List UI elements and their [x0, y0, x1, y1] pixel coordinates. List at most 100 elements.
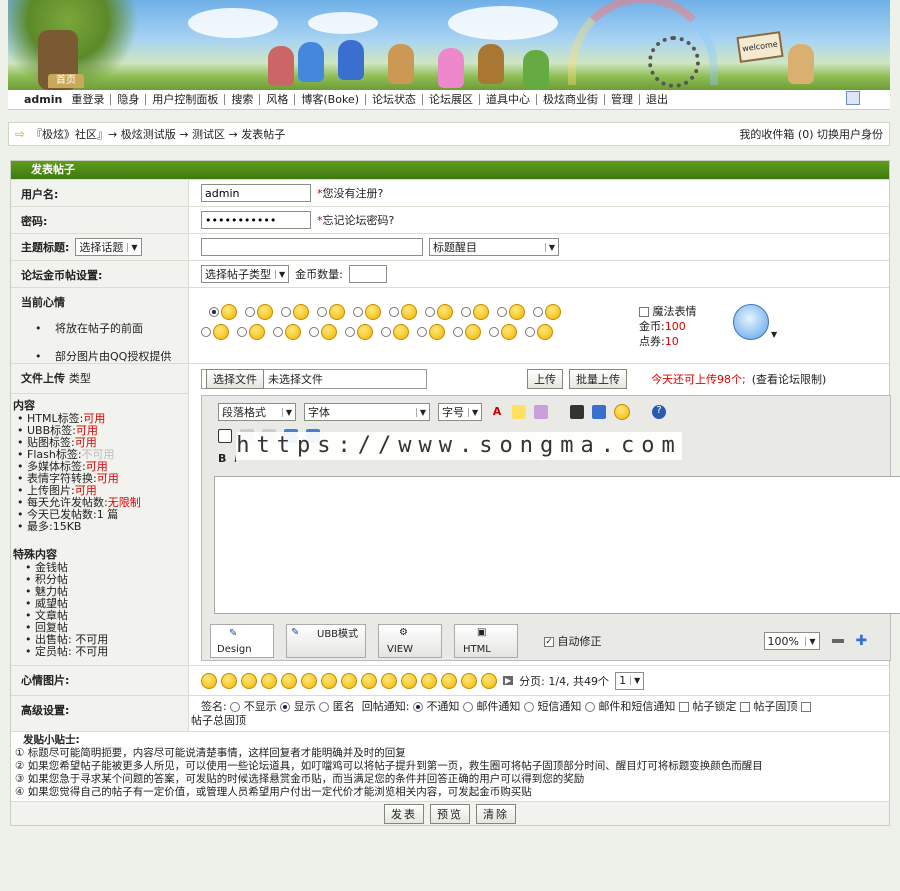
breadcrumb-path[interactable]: 『极炫》社区』→ 极炫测试版 → 测试区 → 发表帖子	[31, 126, 285, 142]
mood-option[interactable]	[489, 324, 517, 340]
mood-option[interactable]	[425, 304, 453, 320]
mood-option[interactable]	[309, 324, 337, 340]
mood-option[interactable]	[273, 324, 301, 340]
subject-input[interactable]	[201, 238, 423, 256]
emotion-face-icon[interactable]	[301, 672, 317, 689]
post-type-select[interactable]: 选择帖子类型 ▼	[201, 265, 290, 283]
mood-option[interactable]	[453, 324, 481, 340]
register-link[interactable]: 您没有注册?	[323, 187, 384, 200]
nav-control-panel[interactable]: 用户控制面板	[146, 94, 226, 105]
emotion-face-icon[interactable]	[481, 672, 497, 689]
mood-radio[interactable]	[345, 327, 355, 337]
nav-username[interactable]: admin	[18, 94, 65, 105]
emotion-face-icon[interactable]	[401, 672, 417, 689]
view-mode-button[interactable]: ⚙ VIEW	[378, 624, 442, 658]
nav-shop[interactable]: 极炫商业街	[537, 94, 605, 105]
smiley-icon[interactable]	[614, 404, 630, 420]
mood-option[interactable]	[389, 304, 417, 320]
emotion-face-icon[interactable]	[241, 672, 257, 689]
no-notify-radio[interactable]	[412, 702, 423, 712]
nav-forum-status[interactable]: 论坛状态	[366, 94, 423, 105]
preview-button[interactable]: 预览	[430, 803, 470, 824]
emotion-page-select[interactable]: 1 ▼	[615, 671, 645, 690]
choose-file-button[interactable]: 选择文件	[206, 368, 264, 389]
top-post-checkbox[interactable]	[739, 702, 750, 712]
mood-radio[interactable]	[525, 327, 535, 337]
binoculars-icon[interactable]	[570, 405, 584, 419]
emotion-face-icon[interactable]	[421, 672, 437, 689]
emotion-face-icon[interactable]	[221, 672, 237, 689]
mood-option[interactable]	[245, 304, 273, 320]
mood-radio[interactable]	[497, 307, 507, 317]
nav-admin[interactable]: 管理	[605, 94, 640, 105]
password-input[interactable]	[201, 211, 311, 229]
chevron-down-icon[interactable]: ▼	[771, 330, 777, 339]
mood-radio[interactable]	[381, 327, 391, 337]
table-icon[interactable]	[218, 429, 232, 443]
emotion-face-icon[interactable]	[341, 672, 357, 689]
emotion-face-icon[interactable]	[381, 672, 397, 689]
sms-notify-radio[interactable]	[523, 702, 534, 712]
bold-icon[interactable]: B	[218, 452, 226, 465]
nav-blog[interactable]: 博客(Boke)	[295, 94, 366, 105]
all-top-checkbox[interactable]	[800, 702, 811, 712]
mood-option[interactable]	[209, 304, 237, 320]
mood-option[interactable]	[281, 304, 309, 320]
home-tab[interactable]: 首页	[48, 74, 84, 88]
batch-upload-button[interactable]: 批量上传	[569, 368, 627, 389]
font-color-icon[interactable]: A	[490, 405, 504, 419]
ubb-mode-button[interactable]: ✎ UBB模式	[286, 624, 366, 658]
emotion-face-icon[interactable]	[281, 672, 297, 689]
mood-radio[interactable]	[425, 307, 435, 317]
mood-option[interactable]	[417, 324, 445, 340]
emotion-face-icon[interactable]	[261, 672, 277, 689]
design-mode-button[interactable]: ✎ Design	[210, 624, 274, 658]
mood-radio[interactable]	[461, 307, 471, 317]
magic-face-preview-icon[interactable]	[733, 304, 769, 340]
mood-radio[interactable]	[533, 307, 543, 317]
emotion-face-icon[interactable]	[201, 672, 217, 689]
forgot-password-link[interactable]: 忘记论坛密码?	[323, 214, 395, 227]
clear-button[interactable]: 清除	[476, 803, 516, 824]
anonymous-radio[interactable]	[319, 702, 330, 712]
nav-forum-gallery[interactable]: 论坛展区	[423, 94, 480, 105]
html-mode-button[interactable]: ▣ HTML	[454, 624, 518, 658]
mail-notify-radio[interactable]	[462, 702, 473, 712]
lock-post-checkbox[interactable]	[678, 702, 689, 712]
mood-option[interactable]	[345, 324, 373, 340]
mood-radio[interactable]	[245, 307, 255, 317]
zoom-in-icon[interactable]: ✚	[856, 633, 868, 649]
autofix-checkbox[interactable]	[544, 637, 554, 647]
paragraph-format-select[interactable]: 段落格式 ▼	[218, 403, 296, 421]
cube-icon[interactable]	[534, 405, 548, 419]
emotion-face-icon[interactable]	[461, 672, 477, 689]
special-content-item[interactable]: 定员帖: 不可用	[17, 646, 186, 658]
mood-option[interactable]	[381, 324, 409, 340]
book-icon[interactable]	[846, 91, 860, 105]
mood-radio[interactable]	[489, 327, 499, 337]
mood-radio[interactable]	[317, 307, 327, 317]
nav-relogin[interactable]: 重登录	[65, 94, 112, 105]
emotion-face-icon[interactable]	[361, 672, 377, 689]
nav-invisible[interactable]: 隐身	[111, 94, 147, 105]
sign-show-radio[interactable]	[280, 702, 291, 712]
mood-option[interactable]	[237, 324, 265, 340]
inbox-link[interactable]: 我的收件箱 (0) 切换用户身份	[739, 126, 883, 142]
emotion-face-icon[interactable]	[321, 672, 337, 689]
mood-radio[interactable]	[389, 307, 399, 317]
mood-option[interactable]	[201, 324, 229, 340]
media-icon[interactable]	[592, 405, 606, 419]
upload-limits-link[interactable]: (查看论坛限制)	[752, 371, 827, 387]
zoom-out-icon[interactable]	[831, 639, 844, 643]
mood-radio[interactable]	[417, 327, 427, 337]
nav-style[interactable]: 风格	[260, 94, 296, 105]
next-page-icon[interactable]: ▶	[503, 676, 514, 685]
nav-item-center[interactable]: 道具中心	[480, 94, 537, 105]
editor-content-area[interactable]	[214, 476, 900, 614]
font-select[interactable]: 字体 ▼	[304, 403, 430, 421]
mood-option[interactable]	[533, 304, 561, 320]
upload-type-link[interactable]: 类型	[69, 372, 91, 385]
magic-face-checkbox[interactable]	[639, 307, 649, 317]
upload-button[interactable]: 上传	[527, 368, 563, 389]
highlight-icon[interactable]	[512, 405, 526, 419]
